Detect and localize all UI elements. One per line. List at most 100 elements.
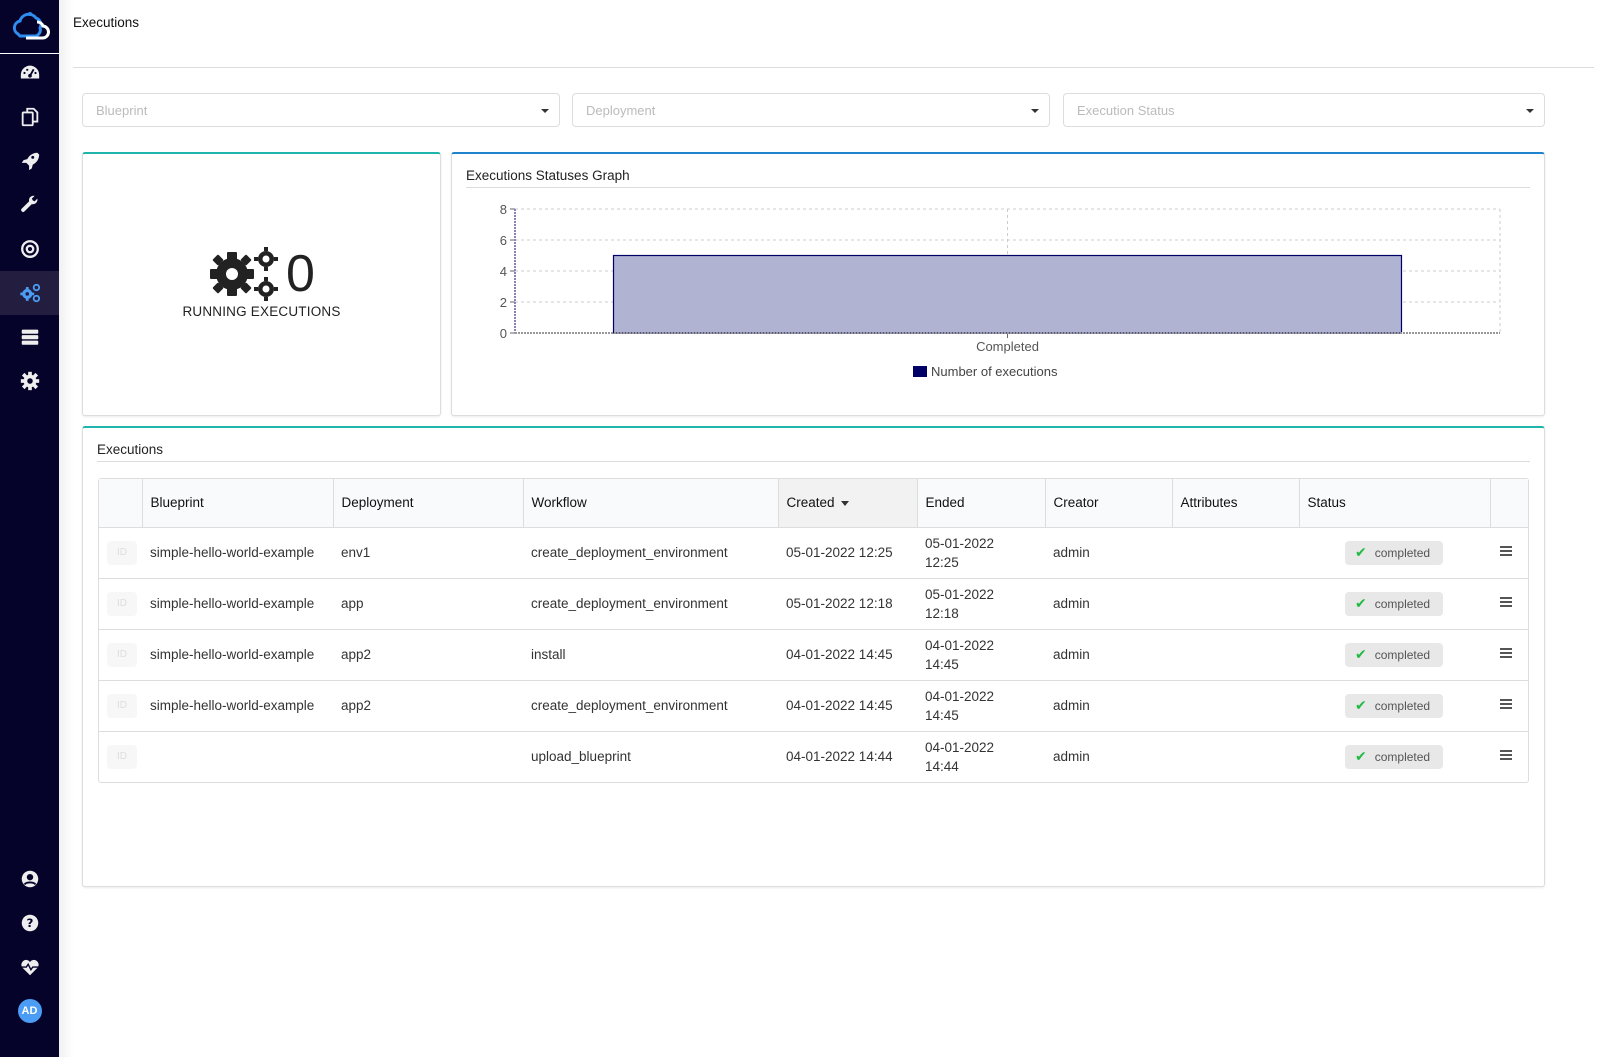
- table-row[interactable]: ID simple-hello-world-example app create…: [99, 578, 1528, 630]
- running-executions-label: RUNNING EXECUTIONS: [182, 304, 341, 319]
- id-badge[interactable]: ID: [107, 744, 137, 769]
- sidebar-item-user[interactable]: [0, 857, 59, 901]
- bar-completed: [612, 254, 1403, 334]
- legend-label: Number of executions: [931, 364, 1058, 379]
- column-header-creator[interactable]: Creator: [1044, 479, 1172, 528]
- sidebar-item-plugins[interactable]: [0, 183, 59, 227]
- column-header-status[interactable]: Status: [1298, 479, 1490, 528]
- deployment-filter-placeholder: Deployment: [586, 102, 656, 118]
- id-badge[interactable]: ID: [107, 540, 137, 565]
- actions-cell: [1490, 527, 1528, 579]
- dashboard-icon: [20, 65, 39, 79]
- status-badge: ✔ completed: [1345, 693, 1444, 718]
- target-icon: [20, 240, 39, 258]
- ended-time: 14:45: [925, 707, 959, 723]
- executions-title-divider: [97, 461, 1530, 462]
- checkmark-icon: ✔: [1355, 544, 1367, 560]
- sidebar-item-health[interactable]: [0, 945, 59, 989]
- ended-cell: 04-01-2022 14:45: [917, 680, 1045, 732]
- y-tick-label: 4: [500, 264, 507, 279]
- deployment-cell: app2: [333, 680, 523, 732]
- wrench-icon: [20, 195, 37, 212]
- deployment-cell: env1: [333, 527, 523, 579]
- table-row[interactable]: ID simple-hello-world-example app2 creat…: [99, 680, 1528, 732]
- status-cell: ✔ completed: [1299, 680, 1490, 732]
- column-header-deployment[interactable]: Deployment: [332, 479, 523, 528]
- row-menu-icon[interactable]: [1500, 595, 1512, 609]
- checkmark-icon: ✔: [1355, 595, 1367, 611]
- sidebar-item-help[interactable]: ?: [0, 901, 59, 945]
- creator-cell: admin: [1053, 749, 1090, 765]
- blueprint-cell: [142, 731, 333, 782]
- executions-table-title: Executions: [97, 442, 164, 457]
- creator-cell: admin: [1045, 629, 1172, 681]
- deployment-filter-dropdown[interactable]: Deployment: [572, 93, 1050, 127]
- sort-descending-icon: [840, 501, 849, 507]
- dropdown-caret-icon: [1031, 109, 1039, 113]
- executions-statuses-graph-widget: Executions Statuses Graph 0 2 4 6 8 Completed…: [451, 152, 1545, 416]
- id-cell: ID: [99, 680, 142, 732]
- creator-cell: admin: [1045, 578, 1172, 630]
- table-row[interactable]: ID simple-hello-world-example app2 insta…: [99, 629, 1528, 681]
- gear-icon: [20, 371, 39, 391]
- creator-cell: admin: [1045, 680, 1172, 732]
- row-menu-icon[interactable]: [1500, 748, 1512, 762]
- heartbeat-icon: [20, 959, 39, 976]
- id-cell: ID: [99, 578, 142, 630]
- cogs-icon: [19, 283, 40, 303]
- table-row[interactable]: ID simple-hello-world-example env1 creat…: [99, 527, 1528, 579]
- row-menu-icon[interactable]: [1500, 646, 1512, 660]
- sidebar-item-executions[interactable]: [0, 271, 59, 315]
- ended-time: 12:25: [925, 554, 959, 570]
- column-header-ended[interactable]: Ended: [916, 479, 1045, 528]
- attributes-cell: [1172, 680, 1299, 732]
- table-row[interactable]: ID upload_blueprint 04-01-2022 14:44 04-…: [99, 731, 1528, 782]
- ended-date: 04-01-2022: [925, 739, 995, 755]
- sidebar-item-sites[interactable]: [0, 227, 59, 271]
- column-header-workflow[interactable]: Workflow: [522, 479, 778, 528]
- avatar-initials: AD: [17, 999, 42, 1023]
- title-divider: [73, 67, 1594, 68]
- id-badge[interactable]: ID: [107, 642, 137, 667]
- id-badge[interactable]: ID: [107, 591, 137, 616]
- column-header-blueprint[interactable]: Blueprint: [141, 479, 333, 528]
- workflow-cell: create_deployment_environment: [523, 578, 778, 630]
- status-badge: ✔ completed: [1345, 642, 1444, 667]
- ended-cell: 05-01-2022 12:18: [917, 578, 1045, 630]
- column-header-attributes[interactable]: Attributes: [1171, 479, 1299, 528]
- deployment-cell: app: [333, 578, 523, 630]
- workflow-cell: install: [523, 629, 778, 681]
- y-tick-label: 2: [500, 295, 507, 310]
- checkmark-icon: ✔: [1355, 748, 1367, 765]
- dropdown-caret-icon: [1526, 109, 1534, 113]
- sidebar-item-dashboard[interactable]: [0, 51, 59, 95]
- column-header-created-label: Created: [786, 495, 835, 511]
- execution-status-filter-dropdown[interactable]: Execution Status: [1063, 93, 1545, 127]
- status-cell: ✔ completed: [1299, 578, 1490, 630]
- ended-cell: 05-01-2022 12:25: [917, 527, 1045, 579]
- logo[interactable]: [0, 0, 59, 54]
- running-executions-widget: 0 RUNNING EXECUTIONS: [82, 152, 441, 416]
- attributes-cell: [1172, 731, 1299, 782]
- blueprint-filter-placeholder: Blueprint: [96, 102, 148, 118]
- blueprint-cell: simple-hello-world-example: [142, 578, 333, 630]
- status-badge: ✔ completed: [1345, 540, 1444, 565]
- ended-time: 12:18: [925, 605, 959, 621]
- id-cell: ID: [99, 527, 142, 579]
- sidebar-item-settings[interactable]: [0, 359, 59, 403]
- actions-cell: [1490, 680, 1528, 732]
- executions-table: Blueprint Deployment Workflow Created En…: [98, 478, 1529, 783]
- y-tick-label: 6: [500, 233, 507, 248]
- row-menu-icon[interactable]: [1500, 697, 1512, 711]
- status-cell: ✔ completed: [1299, 527, 1490, 579]
- row-menu-icon[interactable]: [1500, 544, 1512, 558]
- rocket-icon: [21, 152, 39, 171]
- blueprint-filter-dropdown[interactable]: Blueprint: [82, 93, 560, 127]
- sidebar-item-deployments[interactable]: [0, 139, 59, 183]
- sidebar-item-system-resources[interactable]: [0, 315, 59, 359]
- column-header-created[interactable]: Created: [777, 479, 917, 528]
- column-header-id: [99, 479, 142, 528]
- id-badge[interactable]: ID: [107, 693, 137, 718]
- user-avatar[interactable]: AD: [0, 989, 59, 1033]
- sidebar-item-blueprints[interactable]: [0, 95, 59, 139]
